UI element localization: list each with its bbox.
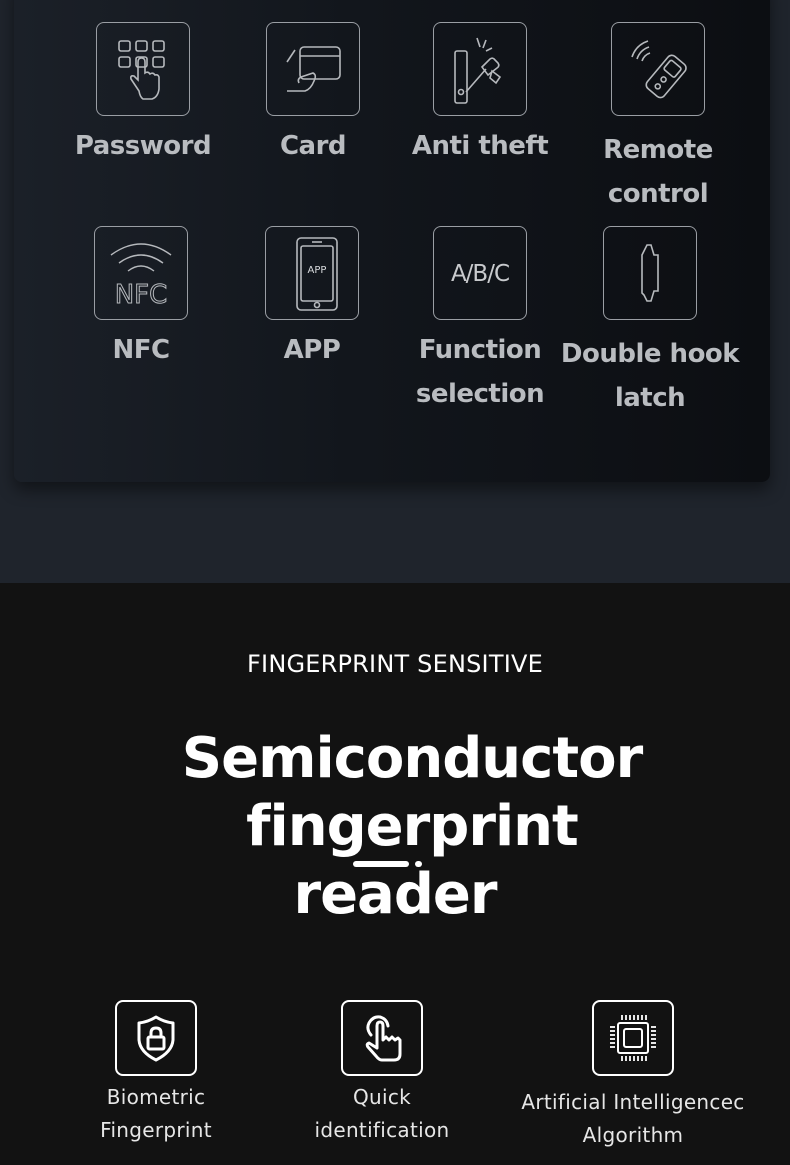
svg-text:APP: APP <box>308 265 327 276</box>
feature-overview-section: Password Card Anti theft Remote control … <box>0 0 790 583</box>
feature-card-access: Card <box>223 22 403 168</box>
feature-password: Password <box>53 22 233 168</box>
feature-label-line2: Algorithm <box>582 1123 684 1147</box>
section-headline: Semiconductor fingerprint reader <box>0 725 790 929</box>
feature-label: Biometric <box>106 1085 206 1109</box>
feature-label: Artificial Intelligencec <box>521 1090 745 1114</box>
feature-function-selection: A/B/C Function selection <box>390 226 570 416</box>
cpu-chip-icon <box>592 1000 674 1076</box>
finger-tap-icon <box>341 1000 423 1076</box>
shield-lock-icon <box>115 1000 197 1076</box>
feature-app: APP APP <box>222 226 402 372</box>
keypad-touch-icon <box>96 22 190 116</box>
feature-label: Double hook <box>560 339 740 369</box>
feature-card: Password Card Anti theft Remote control … <box>14 0 770 482</box>
feature-label-line2: latch <box>614 383 686 413</box>
underline-dot <box>415 861 422 867</box>
section-eyebrow: FINGERPRINT SENSITIVE <box>247 650 543 678</box>
svg-text:A/B/C: A/B/C <box>451 261 509 287</box>
underline-bar <box>353 861 409 867</box>
abc-function-icon: A/B/C <box>433 226 527 320</box>
feature-label: Remote control <box>603 135 713 209</box>
feature-label-line2: identification <box>314 1118 450 1142</box>
feature-quick-identification: Quick identification <box>262 1000 502 1147</box>
smartphone-app-icon: APP <box>265 226 359 320</box>
feature-label-line2: selection <box>415 379 545 409</box>
feature-ai-algorithm: Artificial Intelligencec Algorithm <box>513 1000 753 1152</box>
feature-label: NFC <box>112 335 170 365</box>
feature-label: Quick <box>352 1085 412 1109</box>
feature-label: Anti theft <box>411 131 549 161</box>
feature-remote-control: Remote control <box>568 22 748 216</box>
feature-nfc: NFC NFC <box>51 226 231 372</box>
headline-line-2: reader <box>293 862 497 927</box>
feature-label: Card <box>279 131 347 161</box>
feature-anti-theft: Anti theft <box>390 22 570 168</box>
nfc-icon: NFC <box>94 226 188 320</box>
headline-line-1: Semiconductor fingerprint <box>181 726 643 859</box>
feature-biometric-fingerprint: Biometric Fingerprint <box>36 1000 276 1147</box>
double-hook-latch-icon <box>603 226 697 320</box>
svg-text:NFC: NFC <box>115 280 168 310</box>
fingerprint-section: FINGERPRINT SENSITIVE Semiconductor fing… <box>0 583 790 1165</box>
feature-label-line2: Fingerprint <box>100 1118 212 1142</box>
card-in-hand-icon <box>266 22 360 116</box>
feature-label: Password <box>74 131 212 161</box>
feature-double-hook-latch: Double hook latch <box>560 226 740 420</box>
feature-label: Function <box>418 335 542 365</box>
feature-label: APP <box>283 335 341 365</box>
anti-theft-hammer-icon <box>433 22 527 116</box>
remote-control-icon <box>611 22 705 116</box>
